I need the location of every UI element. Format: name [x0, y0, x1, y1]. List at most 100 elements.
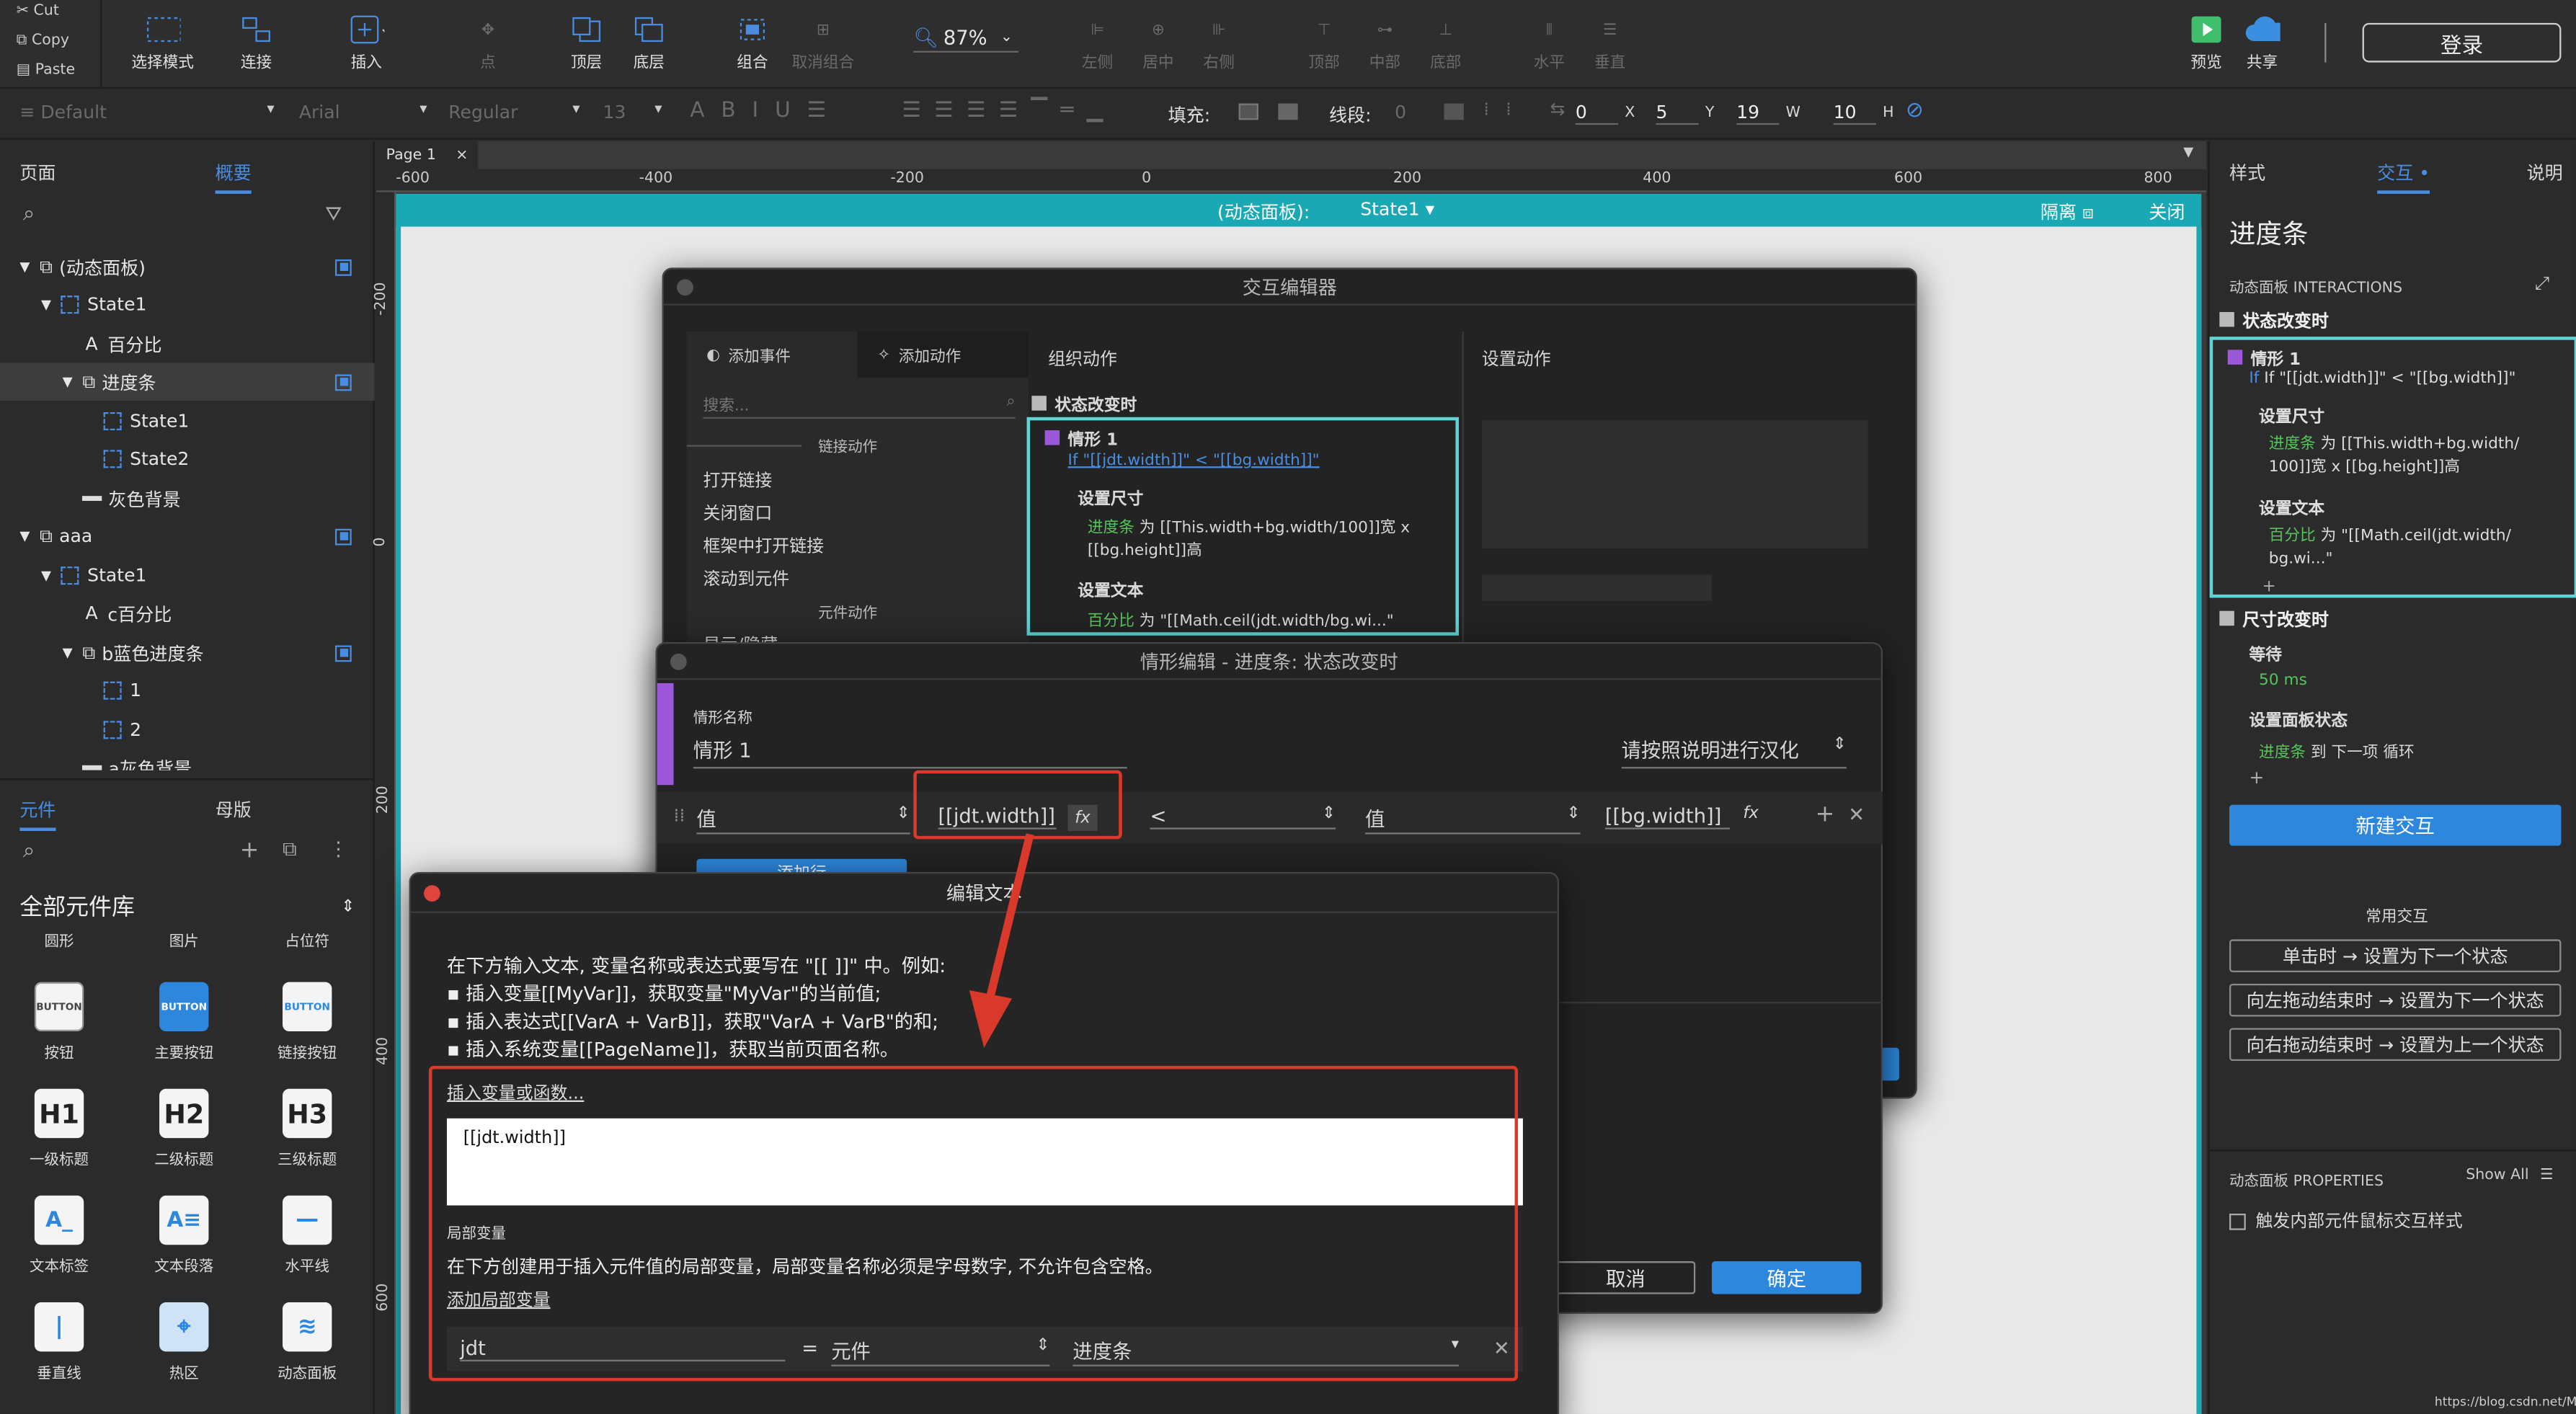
- case-name-input[interactable]: 情形 1: [693, 736, 1127, 769]
- align-top-button[interactable]: ⊤ 顶部: [1306, 13, 1342, 72]
- page-tab[interactable]: Page 1 ×: [376, 141, 479, 169]
- italic-icon[interactable]: I: [752, 99, 776, 123]
- tab-style[interactable]: 样式: [2229, 159, 2265, 185]
- widget-button[interactable]: BUTTON 按钮: [1, 982, 117, 1062]
- action-open-in-frame[interactable]: 框架中打开链接: [703, 534, 825, 559]
- widget-hotspot[interactable]: ⌖ 热区: [127, 1302, 242, 1383]
- stroke-width-field[interactable]: 0: [1395, 102, 1406, 123]
- action-close-window[interactable]: 关闭窗口: [703, 501, 773, 525]
- stroke-style-icons[interactable]: ⁞⁞ ⇆: [1483, 99, 1581, 120]
- action-scroll-to[interactable]: 滚动到元件: [703, 566, 790, 591]
- action-open-link[interactable]: 打开链接: [703, 468, 773, 492]
- tab-pages[interactable]: 页面: [19, 159, 55, 185]
- insert-button[interactable]: 插入: [348, 13, 385, 72]
- new-interaction-button[interactable]: 新建交互: [2229, 804, 2562, 846]
- expand-icon[interactable]: ⤢: [2535, 272, 2549, 295]
- common-interaction-item[interactable]: 向左拖动结束时 → 设置为下一个状态: [2229, 983, 2562, 1017]
- widget-text-label[interactable]: A_ 文本标签: [1, 1195, 117, 1276]
- close-tab-icon[interactable]: ×: [456, 147, 468, 164]
- align-right-button[interactable]: ⊪ 右侧: [1201, 13, 1237, 72]
- add-action-tab[interactable]: ✧ 添加动作: [857, 332, 1029, 378]
- more-icon[interactable]: ⋮: [329, 837, 348, 861]
- tab-interactions[interactable]: 交互 •: [2377, 159, 2430, 194]
- valign-top-icon[interactable]: ▔: [1031, 99, 1061, 123]
- bold-icon[interactable]: B: [721, 99, 752, 123]
- x-field[interactable]: 0: [1575, 102, 1619, 125]
- add-event-tab[interactable]: ◐ 添加事件: [687, 332, 858, 378]
- case-block-selected[interactable]: 情形 1 If If "[[jdt.width]]" < "[[bg.width…: [2209, 337, 2576, 598]
- font-color-icon[interactable]: A: [690, 99, 721, 123]
- add-condition-icon[interactable]: +: [1816, 801, 1835, 827]
- state-select[interactable]: State1 ▾: [1360, 199, 1434, 221]
- send-bottom-button[interactable]: 底层: [631, 13, 667, 72]
- widget-dynamic-panel[interactable]: ≋ 动态面板: [249, 1302, 365, 1383]
- stroke-color-swatch[interactable]: [1444, 103, 1464, 120]
- y-field[interactable]: 5: [1656, 102, 1699, 125]
- drag-handle-icon[interactable]: ⁞⁞: [674, 805, 685, 827]
- widget-link-button[interactable]: BUTTON 链接按钮: [249, 982, 365, 1062]
- ungroup-button[interactable]: ⊞ 取消组合: [792, 13, 855, 72]
- library-search-icon[interactable]: ⌕: [23, 839, 35, 863]
- tab-notes[interactable]: 说明: [2527, 159, 2563, 185]
- outline-item[interactable]: ▼ ⧉ aaa: [0, 517, 375, 555]
- visibility-checkbox[interactable]: [334, 373, 352, 391]
- widget-h1[interactable]: H1 一级标题: [1, 1088, 117, 1169]
- window-close-dot[interactable]: [670, 653, 687, 670]
- tab-masters[interactable]: 母版: [216, 796, 252, 822]
- collapse-icon[interactable]: ▼: [2183, 145, 2193, 160]
- right-fx-button[interactable]: fx: [1743, 805, 1759, 823]
- distribute-vertical-button[interactable]: ☰ 垂直: [1592, 13, 1628, 72]
- widget-paragraph[interactable]: A≡ 文本段落: [127, 1195, 242, 1276]
- remove-condition-icon[interactable]: ✕: [1848, 803, 1865, 826]
- bring-top-button[interactable]: 顶层: [569, 13, 605, 72]
- align-middle-button[interactable]: ⊶ 中部: [1367, 13, 1403, 72]
- show-all-button[interactable]: Show All ☰: [2466, 1168, 2553, 1184]
- login-button[interactable]: 登录: [2362, 22, 2562, 63]
- window-close-dot[interactable]: [677, 279, 693, 296]
- justify-icon[interactable]: ☰: [999, 99, 1031, 123]
- condition-link[interactable]: If "[[jdt.width]]" < "[[bg.width]]": [1068, 452, 1320, 470]
- add-library-icon[interactable]: +: [240, 837, 259, 863]
- copy-button[interactable]: ⧉ Copy: [17, 33, 69, 50]
- right-type-select[interactable]: 值 ⇕: [1365, 805, 1581, 835]
- widget-h3[interactable]: H3 三级标题: [249, 1088, 365, 1169]
- event-header[interactable]: 状态改变时: [2219, 308, 2329, 333]
- align-text-left-icon[interactable]: ☰: [902, 99, 934, 123]
- align-left-button[interactable]: ⊫ 左侧: [1080, 13, 1116, 72]
- widget-horizontal-line[interactable]: — 水平线: [249, 1195, 365, 1276]
- connect-button[interactable]: 连接: [238, 13, 274, 72]
- point-button[interactable]: ✥ 点: [470, 13, 506, 72]
- organize-event[interactable]: 状态改变时: [1031, 391, 1137, 416]
- outline-item[interactable]: ▼ State1: [0, 556, 375, 594]
- share-button[interactable]: 共享: [2244, 13, 2280, 72]
- hint-select[interactable]: 请按照说明进行汉化 ⇕: [1621, 736, 1847, 769]
- tab-widgets[interactable]: 元件: [19, 796, 56, 832]
- widget-primary-button[interactable]: BUTTON 主要按钮: [127, 982, 242, 1062]
- zoom-control[interactable]: 🔍︎ 87% ⌄: [913, 23, 1019, 53]
- weight-select[interactable]: Regular ▾: [448, 102, 579, 123]
- left-type-select[interactable]: 值 ⇕: [696, 805, 910, 835]
- style-select[interactable]: ≡ Default ▾: [19, 102, 274, 123]
- outline-item[interactable]: ▼ State1: [0, 285, 375, 323]
- action-search-input[interactable]: 搜索... ⌕: [703, 393, 1016, 419]
- outline-item[interactable]: A 百分比: [0, 325, 375, 363]
- add-action-icon[interactable]: +: [2249, 767, 2264, 788]
- operator-select[interactable]: < ⇕: [1150, 805, 1336, 830]
- cancel-button[interactable]: 取消: [1555, 1261, 1696, 1294]
- cut-button[interactable]: ✂ Cut: [17, 4, 59, 20]
- filter-icon[interactable]: ⛛: [325, 202, 342, 226]
- font-select[interactable]: Arial ▾: [299, 102, 427, 123]
- outline-item[interactable]: a灰色背景: [0, 749, 375, 770]
- library-select[interactable]: 全部元件库 ⇕: [19, 890, 355, 923]
- list-icon[interactable]: ☰: [807, 99, 843, 123]
- window-close-dot[interactable]: [424, 885, 440, 902]
- h-field[interactable]: 10: [1833, 102, 1876, 125]
- align-text-right-icon[interactable]: ☰: [967, 99, 999, 123]
- w-field[interactable]: 19: [1736, 102, 1780, 125]
- outline-item[interactable]: 2: [0, 711, 375, 749]
- outline-item[interactable]: State1: [0, 402, 375, 440]
- isolate-button[interactable]: 隔离 ⧈: [2040, 199, 2094, 225]
- valign-bottom-icon[interactable]: ▁: [1087, 99, 1116, 123]
- event-header[interactable]: 尺寸改变时: [2219, 608, 2329, 632]
- distribute-horizontal-button[interactable]: ⫴ 水平: [1531, 13, 1567, 72]
